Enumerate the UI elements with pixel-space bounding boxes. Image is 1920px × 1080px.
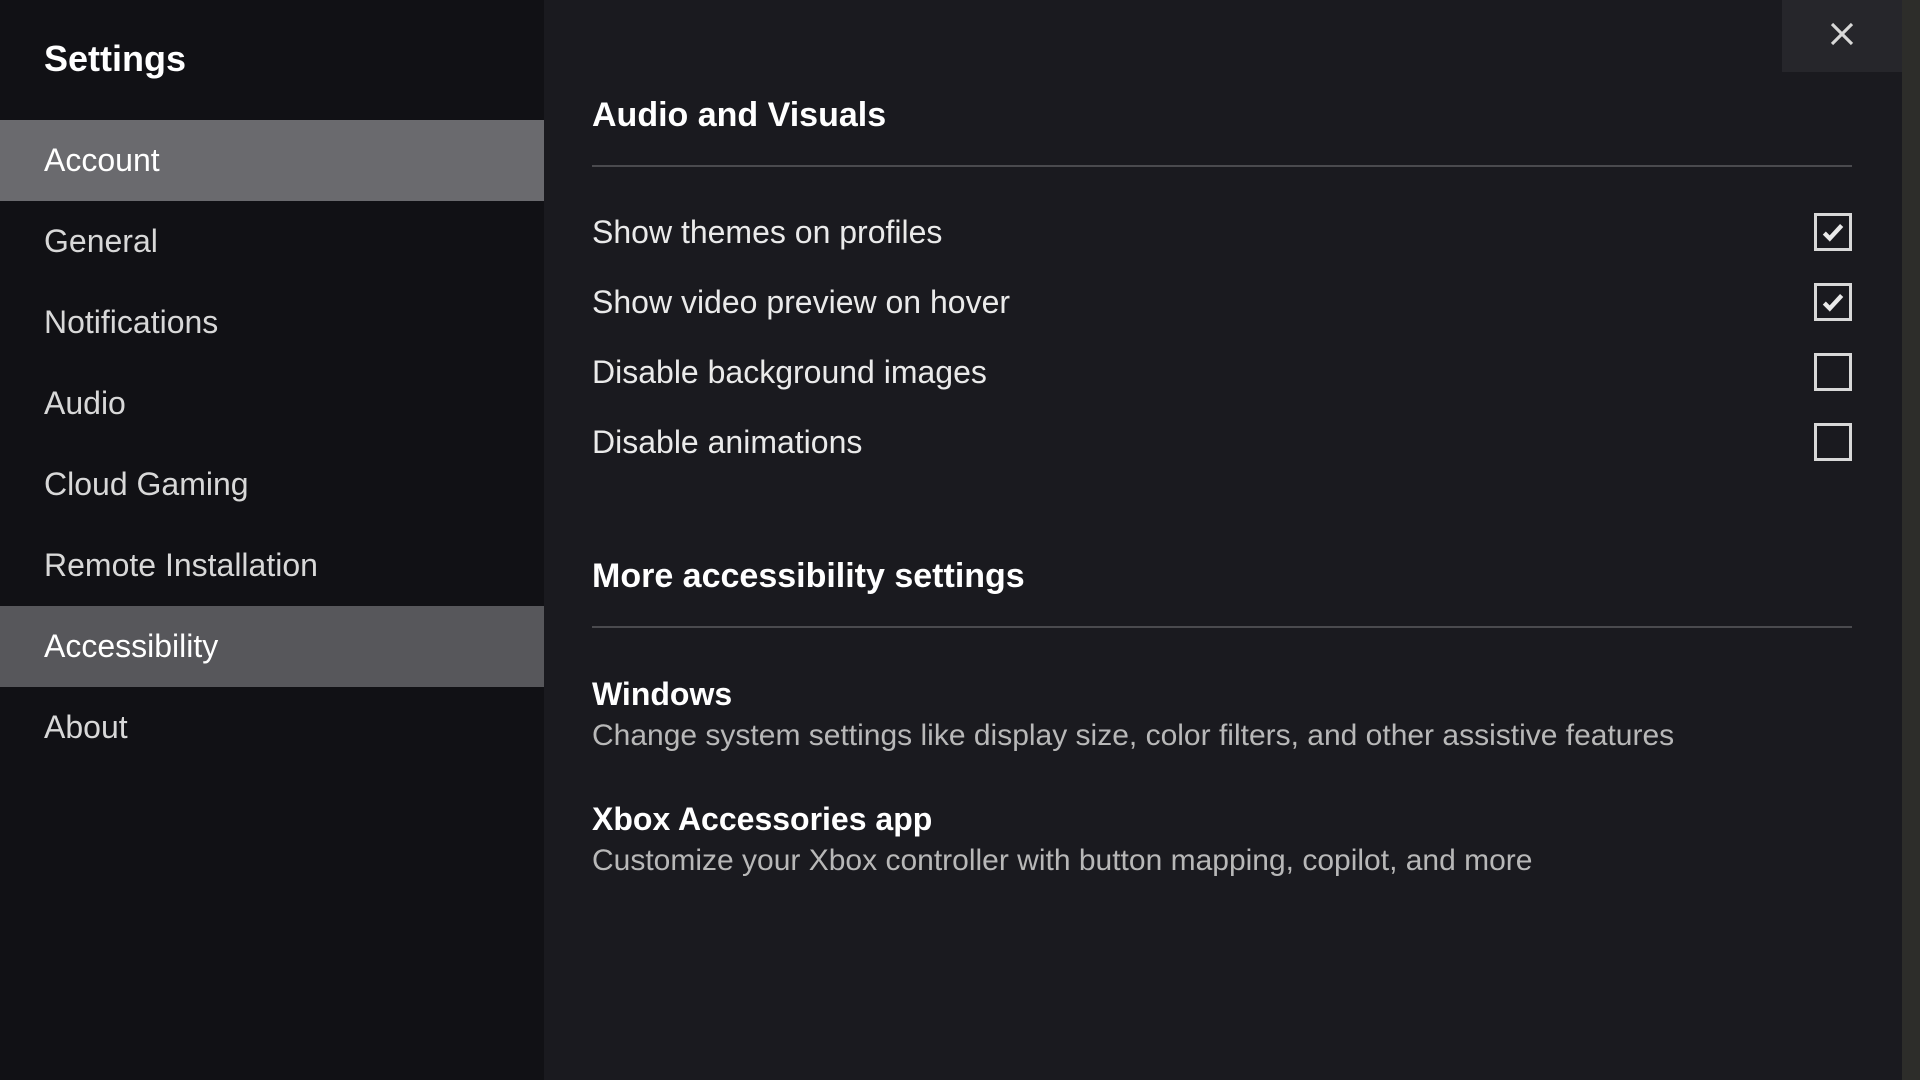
link-item-windows[interactable]: Windows Change system settings like disp… xyxy=(592,658,1852,783)
content: Audio and Visuals Show themes on profile… xyxy=(592,96,1852,908)
sidebar-item-audio[interactable]: Audio xyxy=(0,363,544,444)
sidebar-item-notifications[interactable]: Notifications xyxy=(0,282,544,363)
background-sliver xyxy=(1902,0,1920,1080)
setting-label: Disable background images xyxy=(592,354,987,391)
sidebar-item-label: Accessibility xyxy=(44,628,218,664)
setting-label: Show video preview on hover xyxy=(592,284,1010,321)
link-desc: Customize your Xbox controller with butt… xyxy=(592,844,1852,878)
sidebar-item-label: Remote Installation xyxy=(44,547,318,583)
close-icon xyxy=(1827,19,1857,54)
sidebar-item-label: Cloud Gaming xyxy=(44,466,249,502)
sidebar-item-label: Audio xyxy=(44,385,126,421)
sidebar-item-cloud-gaming[interactable]: Cloud Gaming xyxy=(0,444,544,525)
setting-row-video-preview[interactable]: Show video preview on hover xyxy=(592,267,1852,337)
sidebar-item-label: General xyxy=(44,223,158,259)
section-header-more-accessibility: More accessibility settings xyxy=(592,557,1852,628)
link-desc: Change system settings like display size… xyxy=(592,719,1852,753)
check-icon xyxy=(1820,219,1846,245)
checkbox-show-themes[interactable] xyxy=(1814,213,1852,251)
main-panel: Audio and Visuals Show themes on profile… xyxy=(544,0,1920,1080)
link-title: Xbox Accessories app xyxy=(592,801,1852,838)
close-button[interactable] xyxy=(1782,0,1902,72)
sidebar-item-account[interactable]: Account xyxy=(0,120,544,201)
checkbox-disable-bg[interactable] xyxy=(1814,353,1852,391)
sidebar-item-label: About xyxy=(44,709,128,745)
sidebar-item-remote-installation[interactable]: Remote Installation xyxy=(0,525,544,606)
setting-row-show-themes[interactable]: Show themes on profiles xyxy=(592,197,1852,267)
sidebar-item-accessibility[interactable]: Accessibility xyxy=(0,606,544,687)
sidebar-item-label: Account xyxy=(44,142,160,178)
spacer xyxy=(592,477,1852,557)
checkbox-video-preview[interactable] xyxy=(1814,283,1852,321)
link-title: Windows xyxy=(592,676,1852,713)
sidebar-item-general[interactable]: General xyxy=(0,201,544,282)
setting-label: Show themes on profiles xyxy=(592,214,942,251)
setting-label: Disable animations xyxy=(592,424,862,461)
settings-title: Settings xyxy=(0,26,544,120)
setting-row-disable-anim[interactable]: Disable animations xyxy=(592,407,1852,477)
sidebar: Settings Account General Notifications A… xyxy=(0,0,544,1080)
section-header-audio-visuals: Audio and Visuals xyxy=(592,96,1852,167)
link-item-xbox-accessories[interactable]: Xbox Accessories app Customize your Xbox… xyxy=(592,783,1852,908)
sidebar-item-about[interactable]: About xyxy=(0,687,544,768)
setting-row-disable-bg[interactable]: Disable background images xyxy=(592,337,1852,407)
check-icon xyxy=(1820,289,1846,315)
checkbox-disable-anim[interactable] xyxy=(1814,423,1852,461)
sidebar-item-label: Notifications xyxy=(44,304,218,340)
